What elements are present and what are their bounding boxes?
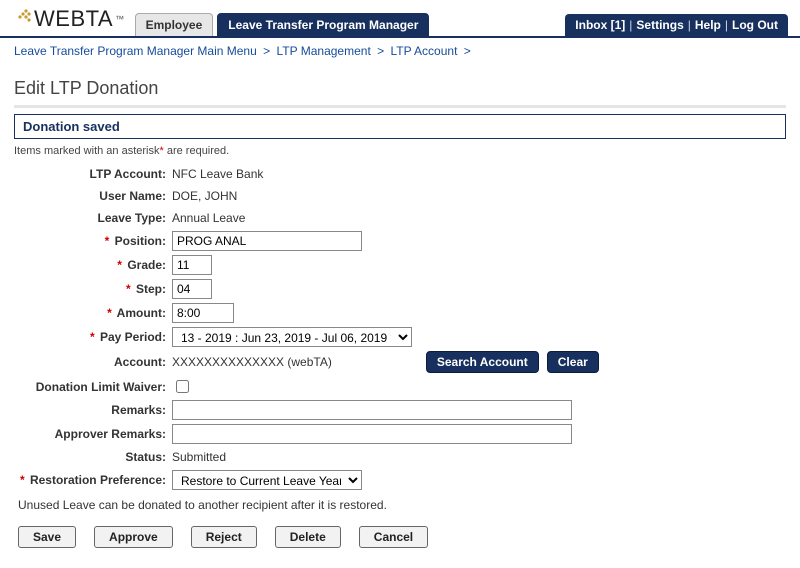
label-restoration-preference: * Restoration Preference: [14, 473, 172, 487]
clear-account-button[interactable]: Clear [547, 351, 599, 373]
amount-input[interactable] [172, 303, 234, 323]
label-grade: * Grade: [14, 258, 172, 272]
search-account-button[interactable]: Search Account [426, 351, 539, 373]
breadcrumb-separator: > [377, 44, 384, 58]
row-status: Status: Submitted [14, 446, 786, 468]
label-donation-limit-waiver: Donation Limit Waiver: [14, 380, 172, 394]
breadcrumb-item[interactable]: Leave Transfer Program Manager Main Menu [14, 44, 257, 58]
label-leave-type: Leave Type: [14, 211, 172, 225]
nav-logout[interactable]: Log Out [732, 18, 778, 32]
logo-tm: ™ [115, 14, 125, 24]
title-rule [14, 105, 786, 108]
row-grade: * Grade: [14, 253, 786, 277]
save-button[interactable]: Save [18, 526, 76, 548]
nav-separator: | [688, 18, 691, 32]
row-user-name: User Name: DOE, JOHN [14, 185, 786, 207]
row-pay-period: * Pay Period: 13 - 2019 : Jun 23, 2019 -… [14, 325, 786, 349]
value-leave-type: Annual Leave [172, 211, 245, 225]
header-bar: WEBTA ™ Employee Leave Transfer Program … [0, 0, 800, 38]
row-approver-remarks: Approver Remarks: [14, 422, 786, 446]
nav-separator: | [629, 18, 632, 32]
nav-help[interactable]: Help [695, 18, 721, 32]
required-note-suffix: are required. [164, 145, 229, 157]
restoration-hint: Unused Leave can be donated to another r… [18, 498, 786, 512]
row-leave-type: Leave Type: Annual Leave [14, 207, 786, 229]
restoration-preference-select[interactable]: Restore to Current Leave Year [172, 470, 362, 490]
label-ltp-account: LTP Account: [14, 167, 172, 181]
logo-text: WEBTA [34, 6, 113, 32]
label-account: Account: [14, 355, 172, 369]
action-buttons: Save Approve Reject Delete Cancel [14, 526, 786, 548]
tab-strip: Employee Leave Transfer Program Manager [135, 13, 430, 36]
value-ltp-account: NFC Leave Bank [172, 167, 263, 181]
row-remarks: Remarks: [14, 398, 786, 422]
breadcrumb-separator: > [464, 44, 471, 58]
approver-remarks-input[interactable] [172, 424, 572, 444]
breadcrumb-separator: > [263, 44, 270, 58]
value-account: XXXXXXXXXXXXXX (webTA) [172, 355, 332, 369]
label-status: Status: [14, 450, 172, 464]
step-input[interactable] [172, 279, 212, 299]
nav-inbox[interactable]: Inbox [1] [575, 18, 625, 32]
pay-period-select[interactable]: 13 - 2019 : Jun 23, 2019 - Jul 06, 2019 … [172, 327, 412, 347]
breadcrumb-item[interactable]: LTP Account [390, 44, 457, 58]
header-left: WEBTA ™ Employee Leave Transfer Program … [12, 6, 429, 36]
tab-employee[interactable]: Employee [135, 13, 214, 36]
label-approver-remarks: Approver Remarks: [14, 427, 172, 441]
row-donation-limit-waiver: Donation Limit Waiver: [14, 375, 786, 398]
donation-limit-waiver-checkbox[interactable] [176, 380, 189, 393]
value-user-name: DOE, JOHN [172, 189, 237, 203]
row-step: * Step: [14, 277, 786, 301]
status-message: Donation saved [14, 114, 786, 139]
row-account: Account: XXXXXXXXXXXXXX (webTA) Search A… [14, 349, 786, 375]
delete-button[interactable]: Delete [275, 526, 341, 548]
reject-button[interactable]: Reject [191, 526, 257, 548]
page-title: Edit LTP Donation [14, 78, 786, 99]
nav-settings[interactable]: Settings [636, 18, 683, 32]
label-step: * Step: [14, 282, 172, 296]
breadcrumb: Leave Transfer Program Manager Main Menu… [0, 38, 800, 64]
required-note-prefix: Items marked with an asterisk [14, 145, 160, 157]
row-restoration-preference: * Restoration Preference: Restore to Cur… [14, 468, 786, 492]
label-remarks: Remarks: [14, 403, 172, 417]
nav-separator: | [725, 18, 728, 32]
remarks-input[interactable] [172, 400, 572, 420]
page-content: Edit LTP Donation Donation saved Items m… [0, 64, 800, 568]
row-ltp-account: LTP Account: NFC Leave Bank [14, 163, 786, 185]
label-pay-period: * Pay Period: [14, 330, 172, 344]
approve-button[interactable]: Approve [94, 526, 173, 548]
required-fields-note: Items marked with an asterisk* are requi… [14, 145, 786, 157]
row-position: * Position: [14, 229, 786, 253]
logo: WEBTA ™ [12, 6, 125, 36]
label-amount: * Amount: [14, 306, 172, 320]
cancel-button[interactable]: Cancel [359, 526, 428, 548]
grade-input[interactable] [172, 255, 212, 275]
header-utility-nav: Inbox [1] | Settings | Help | Log Out [565, 14, 788, 36]
breadcrumb-item[interactable]: LTP Management [277, 44, 371, 58]
logo-dots-icon [12, 8, 32, 30]
tab-leave-transfer-program-manager[interactable]: Leave Transfer Program Manager [217, 13, 429, 36]
row-amount: * Amount: [14, 301, 786, 325]
value-status: Submitted [172, 450, 226, 464]
position-input[interactable] [172, 231, 362, 251]
label-user-name: User Name: [14, 189, 172, 203]
label-position: * Position: [14, 234, 172, 248]
